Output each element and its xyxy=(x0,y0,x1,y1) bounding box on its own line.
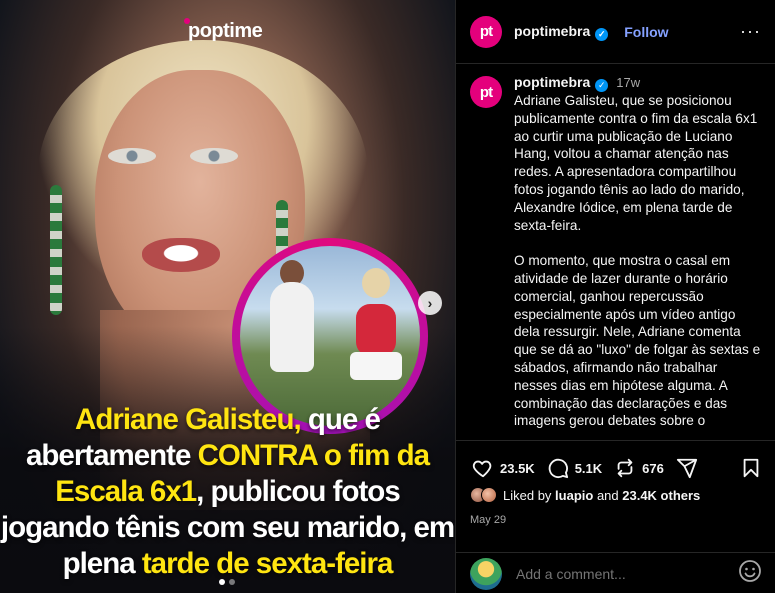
liked-by-user-link[interactable]: luapio xyxy=(555,488,593,503)
reposts-count[interactable]: 676 xyxy=(642,461,664,476)
follow-button[interactable]: Follow xyxy=(624,24,668,40)
post-media[interactable]: poptime › Adriane Galisteu, que é aberta… xyxy=(0,0,455,593)
username-link[interactable]: poptimebra ✓ xyxy=(514,22,609,41)
action-row: 23.5K 5.1K 676 xyxy=(470,455,764,481)
emoji-icon[interactable] xyxy=(738,559,762,588)
repost-icon[interactable] xyxy=(612,455,638,481)
liked-by-prefix: Liked by xyxy=(503,487,556,503)
liked-by-text: Liked by luapio and 23.4K others xyxy=(503,488,700,503)
share-icon[interactable] xyxy=(674,455,700,481)
caption-timestamp[interactable]: 17w xyxy=(616,75,640,90)
caption-body: poptimebra ✓ 17w Adriane Galisteu, que se … xyxy=(514,74,764,440)
comment-input[interactable] xyxy=(516,565,726,582)
verified-badge-icon: ✓ xyxy=(595,79,609,92)
caption: pt poptimebra ✓ 17w Adriane Galisteu, que … xyxy=(470,74,770,440)
poptime-logo: poptime xyxy=(183,18,263,42)
post-date[interactable]: May 29 xyxy=(470,514,506,526)
liked-by: Liked by luapio and 23.4K others xyxy=(470,487,700,503)
headline-segment: Adriane Galisteu, xyxy=(75,403,302,436)
caption-username[interactable]: poptimebra xyxy=(514,74,590,90)
comment-icon[interactable] xyxy=(545,455,571,481)
chevron-right-icon[interactable]: › xyxy=(418,291,442,315)
likes-count[interactable]: 23.5K xyxy=(500,461,535,476)
caption-text: Adriane Galisteu, que se posicionou publ… xyxy=(514,93,761,429)
carousel-dot xyxy=(229,579,235,585)
action-section: 23.5K 5.1K 676 Liked by luapio and 23.4K… xyxy=(456,440,775,593)
caption-avatar[interactable]: pt xyxy=(470,76,502,108)
carousel-indicator xyxy=(219,579,235,585)
inset-tennis-photo xyxy=(240,246,420,426)
liked-by-and: and xyxy=(593,487,623,503)
comment-box xyxy=(456,552,775,593)
avatar[interactable]: pt xyxy=(470,15,502,48)
liker-avatar[interactable] xyxy=(481,487,497,503)
verified-badge-icon: ✓ xyxy=(595,27,609,41)
liked-by-others-link[interactable]: 23.4K others xyxy=(622,488,700,503)
post-sidebar: pt poptimebra ✓ Follow ··· pt poptimebra ✓… xyxy=(455,0,775,593)
username-text: poptimebra xyxy=(514,22,591,39)
bookmark-icon[interactable] xyxy=(738,455,764,481)
media-headline: Adriane Galisteu, que é abertamente CONT… xyxy=(0,402,455,582)
headline-segment: tarde de sexta-feira xyxy=(141,547,394,580)
heart-icon[interactable] xyxy=(470,455,496,481)
carousel-dot xyxy=(219,579,225,585)
comments-count[interactable]: 5.1K xyxy=(575,461,602,476)
post-header: pt poptimebra ✓ Follow ··· xyxy=(456,0,775,64)
current-user-avatar xyxy=(470,557,502,590)
more-options-icon[interactable]: ··· xyxy=(740,21,761,42)
